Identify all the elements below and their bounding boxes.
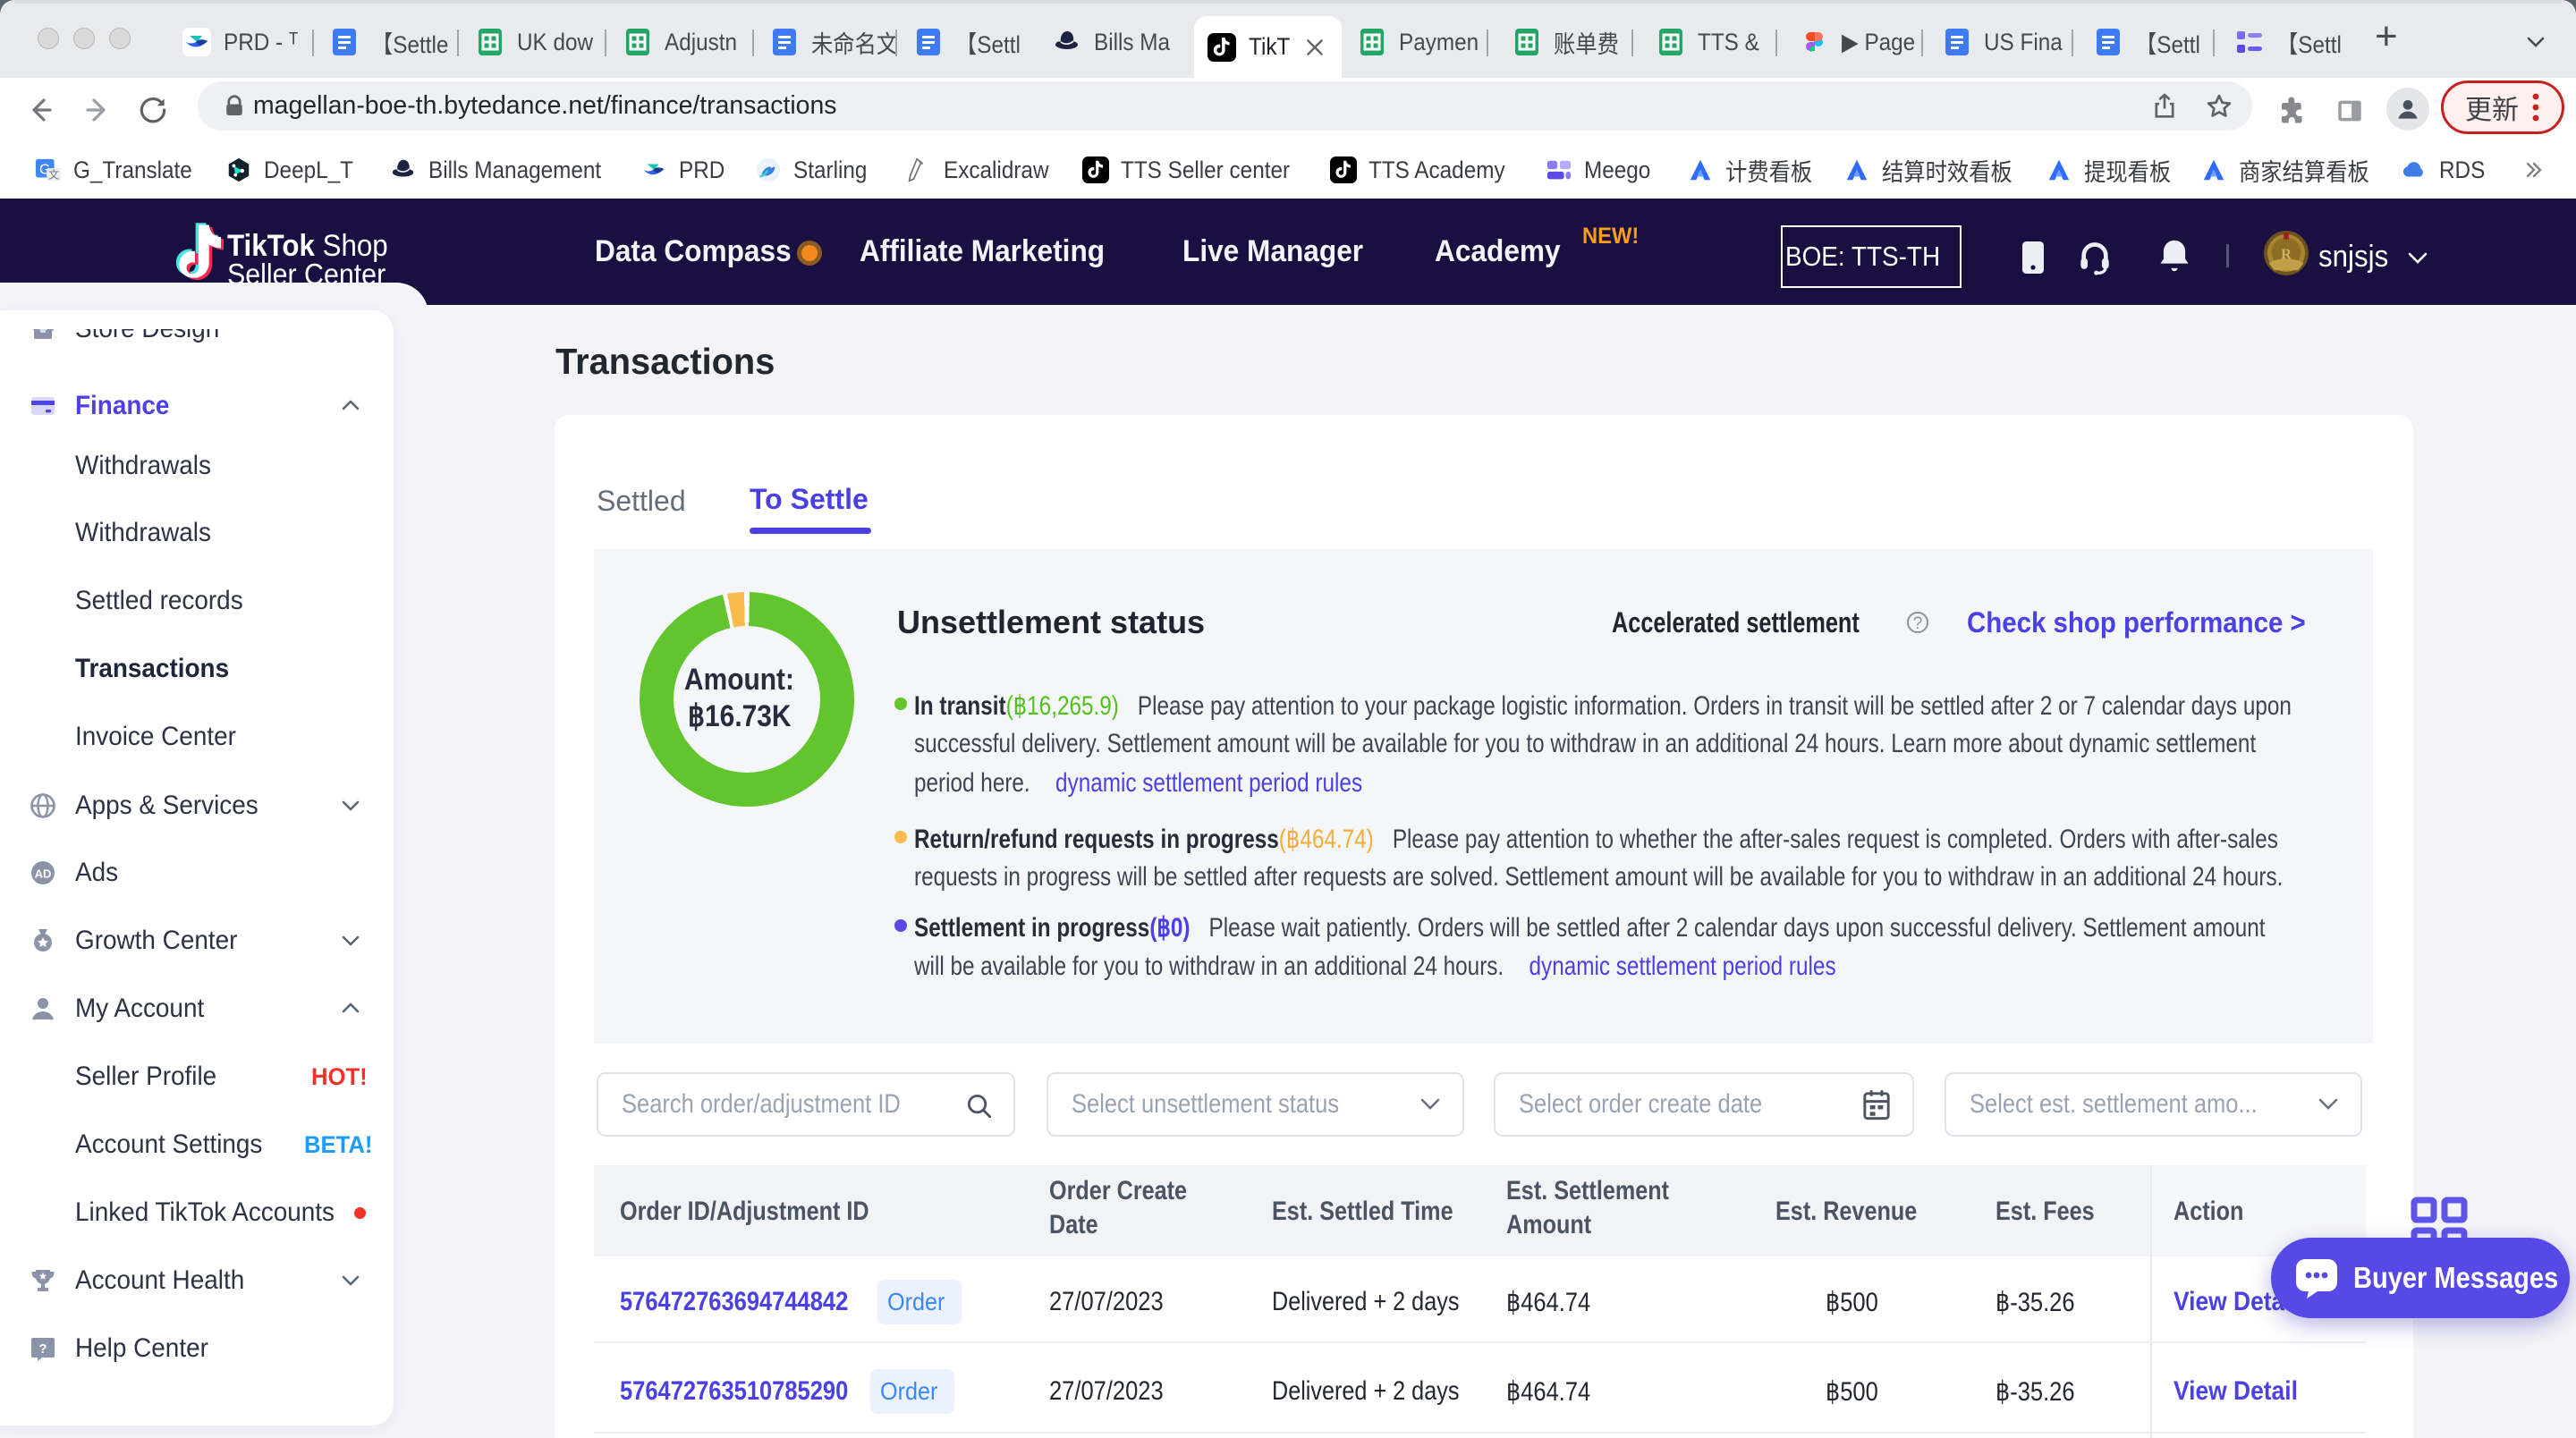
svg-text:R: R: [2281, 246, 2292, 263]
svg-text:?: ?: [38, 1341, 47, 1357]
svg-text:文: 文: [48, 167, 59, 181]
svg-text:AD: AD: [35, 867, 52, 881]
